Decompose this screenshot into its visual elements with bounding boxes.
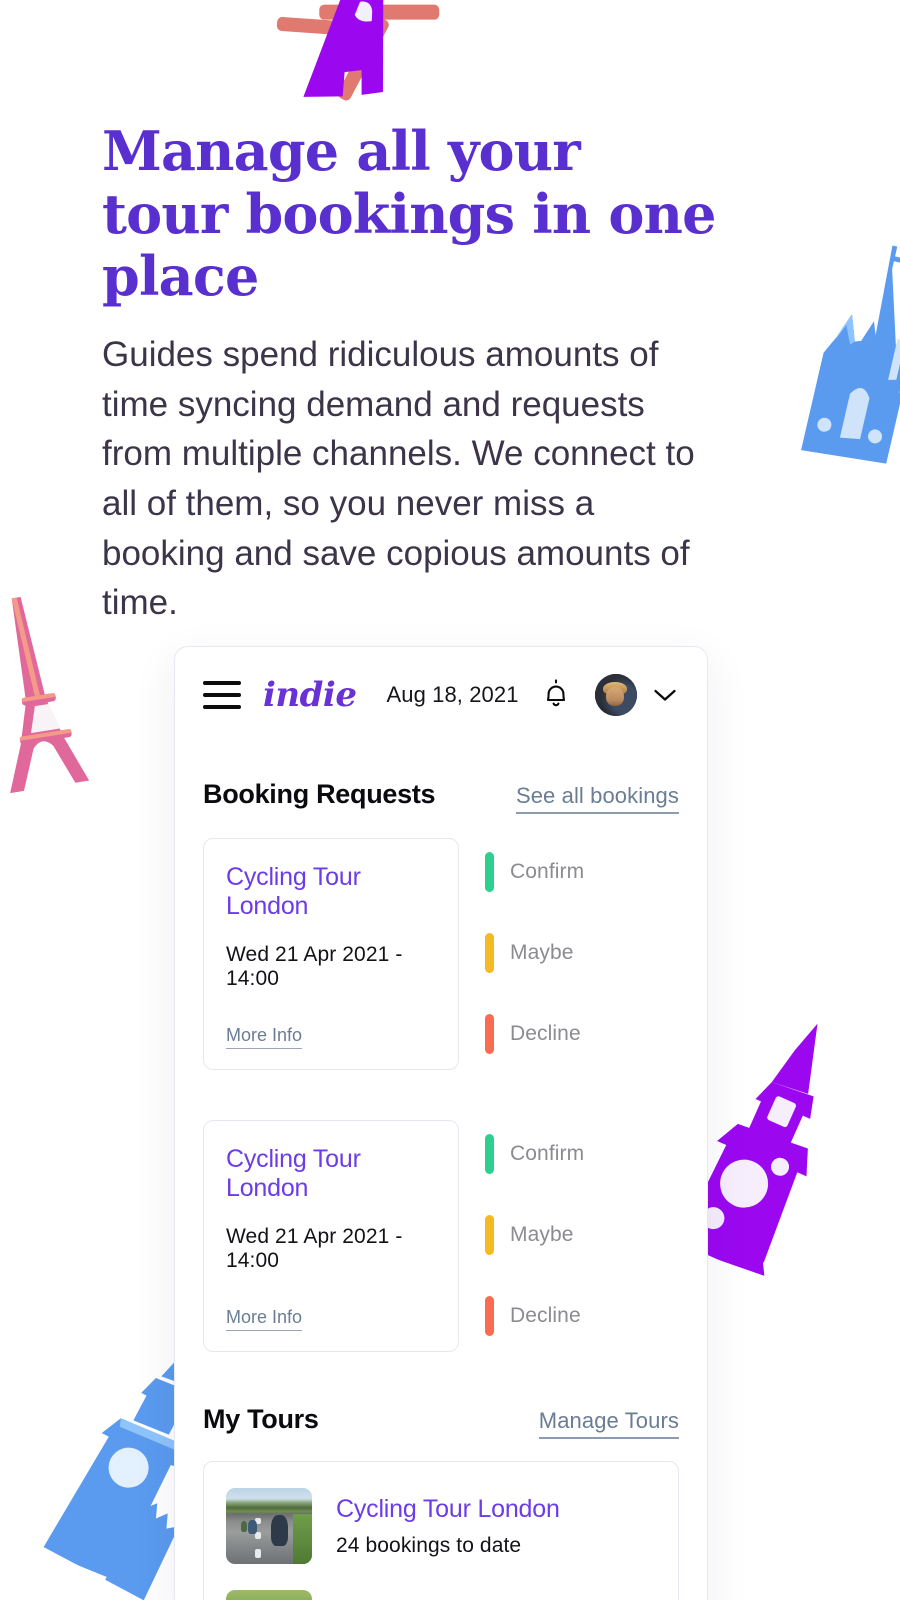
decline-button[interactable]: Decline	[485, 1296, 679, 1336]
avatar-face	[605, 686, 625, 706]
confirm-label: Confirm	[510, 860, 585, 883]
booking-actions: Confirm Maybe Decline	[485, 838, 679, 1070]
cathedral-icon	[766, 222, 900, 480]
booking-request-card[interactable]: Cycling Tour London Wed 21 Apr 2021 - 14…	[203, 838, 459, 1070]
tour-list: Cycling Tour London 24 bookings to date	[203, 1461, 679, 1600]
maybe-indicator	[485, 1215, 494, 1255]
app-header: indie Aug 18, 2021	[175, 647, 707, 743]
avatar[interactable]	[595, 674, 637, 716]
booking-actions: Confirm Maybe Decline	[485, 1120, 679, 1352]
confirm-button[interactable]: Confirm	[485, 1134, 679, 1174]
confirm-indicator	[485, 1134, 494, 1174]
booking-request-row: Cycling Tour London Wed 21 Apr 2021 - 14…	[175, 1120, 707, 1352]
section-title-tours: My Tours	[203, 1404, 319, 1434]
section-title-bookings: Booking Requests	[203, 779, 436, 809]
booking-datetime: Wed 21 Apr 2021 - 14:00	[226, 943, 403, 990]
booking-request-row: Cycling Tour London Wed 21 Apr 2021 - 14…	[175, 838, 707, 1070]
maybe-button[interactable]: Maybe	[485, 933, 679, 973]
booking-datetime: Wed 21 Apr 2021 - 14:00	[226, 1225, 403, 1272]
list-item[interactable]: Cycling Tour London 24 bookings to date	[204, 1462, 678, 1590]
confirm-label: Confirm	[510, 1142, 585, 1165]
header-date[interactable]: Aug 18, 2021	[386, 682, 518, 708]
tour-thumbnail	[226, 1590, 312, 1600]
more-info-link[interactable]: More Info	[226, 1025, 303, 1049]
tour-info: Cycling Tour London 24 bookings to date	[336, 1495, 560, 1558]
decline-label: Decline	[510, 1022, 581, 1045]
app-preview-card: indie Aug 18, 2021 Booking Requests See …	[174, 646, 708, 1600]
brand-logo[interactable]: indie	[263, 675, 357, 715]
maybe-label: Maybe	[510, 941, 574, 964]
booking-requests-header: Booking Requests See all bookings	[175, 779, 707, 814]
maybe-label: Maybe	[510, 1223, 574, 1246]
maybe-indicator	[485, 933, 494, 973]
hamburger-menu-icon[interactable]	[203, 681, 241, 709]
confirm-indicator	[485, 852, 494, 892]
bell-icon[interactable]	[541, 679, 571, 711]
hero-description: Guides spend ridiculous amounts of time …	[102, 334, 695, 623]
my-tours-header: My Tours Manage Tours	[175, 1404, 707, 1439]
more-info-link[interactable]: More Info	[226, 1307, 303, 1331]
page-title: Manage all your tour bookings in one pla…	[102, 119, 716, 309]
tour-title: Cycling Tour London	[336, 1494, 560, 1523]
booking-request-card[interactable]: Cycling Tour London Wed 21 Apr 2021 - 14…	[203, 1120, 459, 1352]
decline-button[interactable]: Decline	[485, 1014, 679, 1054]
confirm-button[interactable]: Confirm	[485, 852, 679, 892]
tour-thumbnail	[226, 1488, 312, 1564]
page-root: Manage all your tour bookings in one pla…	[0, 0, 900, 1600]
list-item[interactable]	[204, 1590, 678, 1600]
decline-indicator	[485, 1296, 494, 1336]
tour-bookings-count: 24 bookings to date	[336, 1533, 522, 1557]
manage-tours-link[interactable]: Manage Tours	[538, 1408, 679, 1439]
booking-title: Cycling Tour London	[226, 1145, 361, 1202]
see-all-bookings-link[interactable]: See all bookings	[515, 783, 679, 814]
chevron-down-icon[interactable]	[653, 688, 677, 702]
decline-label: Decline	[510, 1304, 581, 1327]
booking-title: Cycling Tour London	[226, 863, 361, 920]
decline-indicator	[485, 1014, 494, 1054]
maybe-button[interactable]: Maybe	[485, 1215, 679, 1255]
hero-section: Manage all your tour bookings in one pla…	[102, 120, 722, 628]
